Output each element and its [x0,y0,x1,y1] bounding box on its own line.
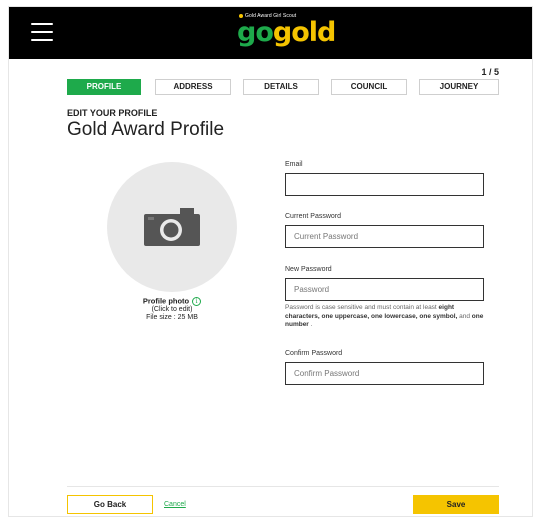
section-kicker: EDIT YOUR PROFILE [67,108,158,118]
cancel-link[interactable]: Cancel [164,501,186,508]
page-title: Gold Award Profile [67,119,225,140]
profile-photo-upload[interactable] [107,162,237,292]
tab-profile[interactable]: PROFILE [67,79,141,95]
email-field[interactable] [285,173,484,196]
info-icon[interactable]: i [192,297,202,306]
tab-address[interactable]: ADDRESS [155,79,231,95]
save-button[interactable]: Save [413,495,499,514]
confirm-password-label: Confirm Password [285,350,343,357]
go-back-button[interactable]: Go Back [67,495,153,514]
new-password-label: New Password [285,266,332,273]
logo-wordmark: gogold [237,17,336,48]
confirm-password-field[interactable] [285,362,484,385]
top-navbar: Gold Award Girl Scout gogold [9,7,532,59]
camera-icon [144,208,200,246]
profile-photo-label: Profile photo [142,296,190,306]
profile-photo-size: File size : 25 MB [146,314,198,322]
password-requirements: Password is case sensitive and must cont… [285,304,484,328]
tab-council[interactable]: COUNCIL [331,79,407,95]
app-frame: Gold Award Girl Scout gogold 1 / 5 PROFI… [8,6,533,517]
step-indicator: 1 / 5 [481,67,499,77]
tab-journey[interactable]: JOURNEY [419,79,499,95]
tab-details[interactable]: DETAILS [243,79,319,95]
current-password-label: Current Password [285,213,342,220]
new-password-field[interactable] [285,278,484,301]
profile-photo-caption: Profile photo i (Click to edit) File siz… [107,297,237,322]
current-password-field[interactable] [285,225,484,248]
email-label: Email [285,161,303,168]
profile-photo-hint: (Click to edit) [151,306,193,314]
gogold-logo[interactable]: Gold Award Girl Scout gogold [237,13,339,53]
footer-divider [67,486,499,487]
menu-icon[interactable] [31,23,53,41]
